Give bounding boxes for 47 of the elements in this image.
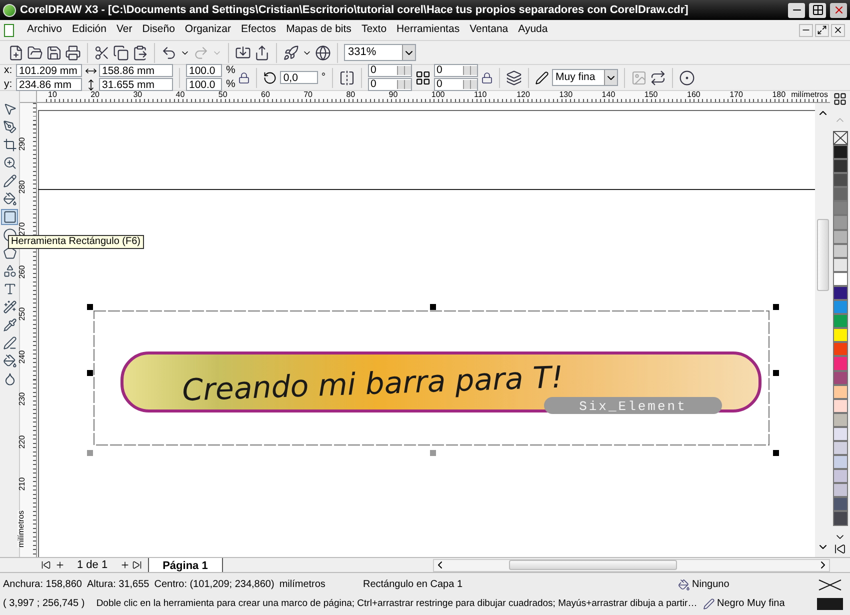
ruler-label: 130	[559, 91, 573, 99]
ruler-label: 40	[176, 91, 185, 99]
percent-sign: %	[226, 79, 236, 90]
ruler-label: 110	[474, 91, 487, 99]
ruler-label: 260	[18, 264, 27, 278]
ruler-unit: milímetros	[791, 91, 828, 99]
ruler-label: 180	[772, 91, 786, 99]
ruler-label: 160	[687, 91, 700, 99]
x-label: x:	[4, 65, 14, 76]
ruler-label: 120	[516, 91, 530, 99]
status-text: Centro: (101,209; 234,860)	[154, 578, 274, 592]
ruler-label: 70	[304, 91, 312, 99]
degree-sign: °	[321, 70, 326, 85]
ruler-label: 30	[133, 91, 142, 99]
ruler-label: 210	[18, 477, 27, 491]
window-title: CorelDRAW X3 - [C:\Documents and Settings\Cristian\Escritorio\tutorial corel\Hace tus propios separadores con CorelDraw.cdr]	[20, 2, 690, 18]
page-counter: 1 de 1	[77, 558, 108, 573]
ruler-label: 280	[18, 180, 27, 194]
ruler-label: 20	[90, 91, 100, 99]
tooltip: Herramienta Rectángulo (F6)	[8, 235, 144, 249]
status-hint: Doble clic en la herramienta para crear una marco de página; Ctrl+arrastrar restringe para dibujar cuadrados; Mayús+arrastrar dibuja a partir…	[96, 598, 698, 610]
status-text: Anchura: 158,860	[3, 578, 82, 592]
ruler-unit: milímetros	[17, 510, 26, 548]
subtitle-tag: Six_Element	[544, 397, 722, 414]
ruler-label: 90	[388, 91, 398, 99]
cursor-position: ( 3,997 ; 256,745 )	[3, 597, 86, 611]
status-text: milímetros	[279, 578, 326, 592]
ruler-label: 170	[730, 91, 743, 99]
ruler-label: 60	[261, 91, 270, 99]
ruler-label: 230	[18, 392, 27, 406]
ruler-label: 250	[18, 307, 27, 321]
percent-sign: %	[226, 65, 236, 76]
ruler-label: 80	[346, 91, 356, 99]
ruler-label: 150	[644, 91, 658, 99]
ruler-label: 270	[18, 222, 27, 236]
ruler-label: 140	[602, 91, 616, 99]
outline-status: Negro Muy fina	[717, 597, 786, 611]
fill-status: Ninguno	[692, 578, 730, 592]
y-label: y:	[4, 79, 14, 90]
ruler-label: 10	[48, 91, 57, 99]
ruler-label: 290	[18, 137, 27, 151]
ruler-label: 220	[18, 434, 27, 448]
status-text: Altura: 31,655	[86, 578, 150, 592]
ruler-label: 100	[431, 91, 445, 99]
status-text: Rectángulo en Capa 1	[363, 578, 464, 592]
ruler-label: 240	[18, 350, 27, 364]
ruler-label: 50	[218, 91, 228, 99]
